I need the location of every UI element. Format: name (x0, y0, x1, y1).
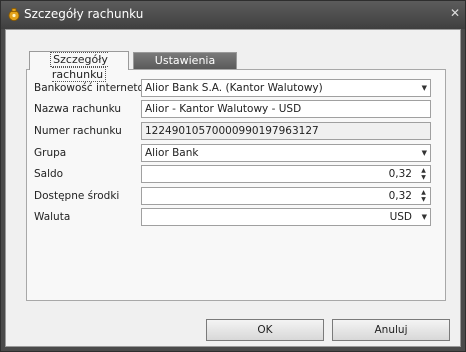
tab-account-details-label: Szczegóły rachunku (50, 52, 108, 82)
account-name-value: Alior - Kantor Walutowy - USD (145, 103, 302, 115)
account-number-field[interactable]: 12249010570000990197963127 (141, 122, 431, 140)
chevron-down-icon[interactable]: ▼ (422, 80, 427, 96)
group-select-value: Alior Bank (145, 147, 199, 159)
account-number-label: Numer rachunku (34, 125, 122, 137)
chevron-down-icon[interactable]: ▼ (422, 209, 427, 225)
dialog-window: Szczegóły rachunku ✕ Szczegóły rachunku … (0, 0, 466, 352)
group-label: Grupa (34, 147, 67, 159)
bank-select[interactable]: Alior Bank S.A. (Kantor Walutowy) ▼ (141, 79, 431, 97)
window-title: Szczegóły rachunku (24, 7, 144, 21)
spin-arrows-icon[interactable]: ▲ ▼ (419, 189, 428, 203)
ok-button[interactable]: OK (206, 319, 324, 341)
account-name-input[interactable]: Alior - Kantor Walutowy - USD (141, 100, 431, 118)
tab-account-details[interactable]: Szczegóły rachunku (29, 51, 129, 82)
spin-arrows-icon[interactable]: ▲ ▼ (419, 167, 428, 181)
group-select[interactable]: Alior Bank ▼ (141, 144, 431, 162)
tab-account-settings[interactable]: Ustawienia rachunku (133, 52, 237, 82)
title-bar[interactable]: Szczegóły rachunku ✕ (1, 1, 465, 29)
balance-label: Saldo (34, 168, 64, 180)
balance-stepper[interactable]: 0,32 ▲ ▼ (141, 165, 431, 183)
available-funds-stepper[interactable]: 0,32 ▲ ▼ (141, 187, 431, 205)
chevron-down-icon[interactable]: ▼ (422, 145, 427, 161)
balance-value: 0,32 (388, 168, 412, 180)
available-funds-label: Dostępne środki (34, 190, 120, 202)
available-funds-value: 0,32 (388, 190, 412, 202)
account-name-label: Nazwa rachunku (34, 103, 122, 115)
currency-label: Waluta (34, 211, 71, 223)
bank-select-value: Alior Bank S.A. (Kantor Walutowy) (145, 82, 323, 94)
cancel-button[interactable]: Anuluj (332, 319, 450, 341)
account-number-value: 12249010570000990197963127 (145, 125, 319, 137)
close-icon[interactable]: ✕ (448, 6, 462, 20)
currency-select-value: USD (389, 211, 412, 223)
moneybag-icon (8, 8, 20, 21)
currency-select[interactable]: USD ▼ (141, 208, 431, 226)
